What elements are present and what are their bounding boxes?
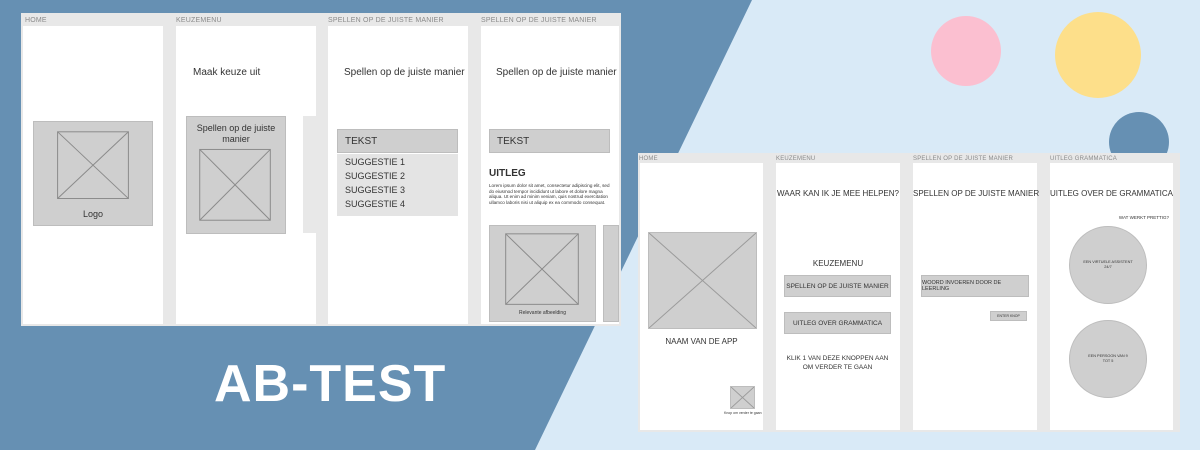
app-image-placeholder xyxy=(648,232,757,329)
text-input-label: TEKST xyxy=(497,135,530,147)
continue-caption: Knop om verder te gaan xyxy=(724,411,762,415)
frame-label: SPELLEN OP DE JUISTE MANIER xyxy=(328,17,444,24)
suggestion-item[interactable]: SUGGESTIE 3 xyxy=(345,185,405,195)
question-text: WAT WERKT PRETTIG? xyxy=(1118,215,1169,220)
yellow-circle xyxy=(1055,12,1141,98)
option-person[interactable]: EEN PERSOON VAN 9 TOT 5 xyxy=(1069,320,1147,398)
page-title: SPELLEN OP DE JUISTE MANIER xyxy=(913,189,1040,198)
text-input[interactable]: TEKST xyxy=(337,129,458,153)
page-title: Spellen op de juiste manier xyxy=(496,67,617,78)
screen-b-keuzemenu: WAAR KAN IK JE MEE HELPEN? KEUZEMENU SPE… xyxy=(776,163,900,430)
frame-label: SPELLEN OP DE JUISTE MANIER xyxy=(481,17,597,24)
uitleg-body: Lorem ipsum dolor sit amet, consectetur … xyxy=(489,183,610,205)
screen-b-grammatica: UITLEG OVER DE GRAMMATICA WAT WERKT PRET… xyxy=(1050,163,1173,430)
choice-card-spellen[interactable]: Spellen op de juiste manier xyxy=(186,116,286,234)
frame-label: SPELLEN OP DE JUISTE MANIER xyxy=(913,156,1013,162)
frame-label: KEUZEMENU xyxy=(176,17,222,24)
image-placeholder-icon xyxy=(199,148,271,221)
text-input[interactable]: TEKST xyxy=(489,129,610,153)
screen-a-spellen-1: Spellen op de juiste manier TEKST SUGGES… xyxy=(328,26,468,324)
page-title: Maak keuze uit xyxy=(193,67,261,78)
button-spellen-label: SPELLEN OP DE JUISTE MANIER xyxy=(786,282,889,290)
next-card-peek xyxy=(303,116,316,233)
screen-a-keuzemenu: Maak keuze uit Spellen op de juiste mani… xyxy=(176,26,316,324)
relevant-image-placeholder: Relevante afbeelding xyxy=(489,225,596,322)
logo-label: Logo xyxy=(82,209,104,219)
uitleg-heading: UITLEG xyxy=(489,168,526,179)
image-placeholder-icon xyxy=(505,233,579,305)
next-image-peek xyxy=(603,225,619,322)
image-placeholder-icon xyxy=(649,233,756,328)
suggestion-item[interactable]: SUGGESTIE 1 xyxy=(345,157,405,167)
frame-label: HOME xyxy=(639,156,658,162)
button-grammatica[interactable]: UITLEG OVER GRAMMATICA xyxy=(784,312,891,334)
screen-b-spellen: SPELLEN OP DE JUISTE MANIER WOORD INVOER… xyxy=(913,163,1040,430)
image-caption: Relevante afbeelding xyxy=(519,310,566,316)
page-title: Spellen op de juiste manier xyxy=(344,67,465,78)
app-name: NAAM VAN DE APP xyxy=(665,337,738,346)
word-input[interactable]: WOORD INVOEREN DOOR DE LEERLING xyxy=(921,275,1029,297)
screen-a-home: Logo xyxy=(23,26,163,324)
page-title-ab-test: AB-TEST xyxy=(214,355,447,413)
screen-b-home: NAAM VAN DE APP Knop om verder te gaan xyxy=(640,163,763,430)
instruction-text: KLIK 1 VAN DEZE KNOPPEN AAN OM VERDER TE… xyxy=(786,355,889,371)
menu-label: KEUZEMENU xyxy=(812,259,864,268)
option-virtual-assistant[interactable]: EEN VIRTUELE ASSISTENT 24/7 xyxy=(1069,226,1147,304)
continue-button-placeholder[interactable] xyxy=(730,386,755,409)
pink-circle xyxy=(931,16,1001,86)
button-grammatica-label: UITLEG OVER GRAMMATICA xyxy=(792,319,883,327)
text-input-label: TEKST xyxy=(345,135,378,147)
version-a-board: HOME KEUZEMENU SPELLEN OP DE JUISTE MANI… xyxy=(21,13,621,326)
option-label: EEN PERSOON VAN 9 TOT 5 xyxy=(1088,354,1128,363)
enter-button[interactable]: ENTER KNOP xyxy=(990,311,1027,321)
logo-placeholder: Logo xyxy=(33,121,153,226)
word-input-label: WOORD INVOEREN DOOR DE LEERLING xyxy=(922,280,1002,292)
button-spellen[interactable]: SPELLEN OP DE JUISTE MANIER xyxy=(784,275,891,297)
suggestion-item[interactable]: SUGGESTIE 4 xyxy=(345,199,405,209)
version-b-board: HOME KEUZEMENU SPELLEN OP DE JUISTE MANI… xyxy=(638,153,1180,432)
question-heading: WAAR KAN IK JE MEE HELPEN? xyxy=(777,189,899,198)
option-label: EEN VIRTUELE ASSISTENT 24/7 xyxy=(1083,260,1133,269)
page-title: UITLEG OVER DE GRAMMATICA xyxy=(1050,189,1173,198)
frame-label: HOME xyxy=(25,17,47,24)
frame-label: KEUZEMENU xyxy=(776,156,816,162)
screen-a-spellen-2: Spellen op de juiste manier TEKST UITLEG… xyxy=(481,26,619,324)
frame-label: UITLEG GRAMMATICA xyxy=(1050,156,1117,162)
image-placeholder-icon xyxy=(731,387,754,408)
suggestion-item[interactable]: SUGGESTIE 2 xyxy=(345,171,405,181)
enter-button-label: ENTER KNOP xyxy=(997,314,1020,318)
